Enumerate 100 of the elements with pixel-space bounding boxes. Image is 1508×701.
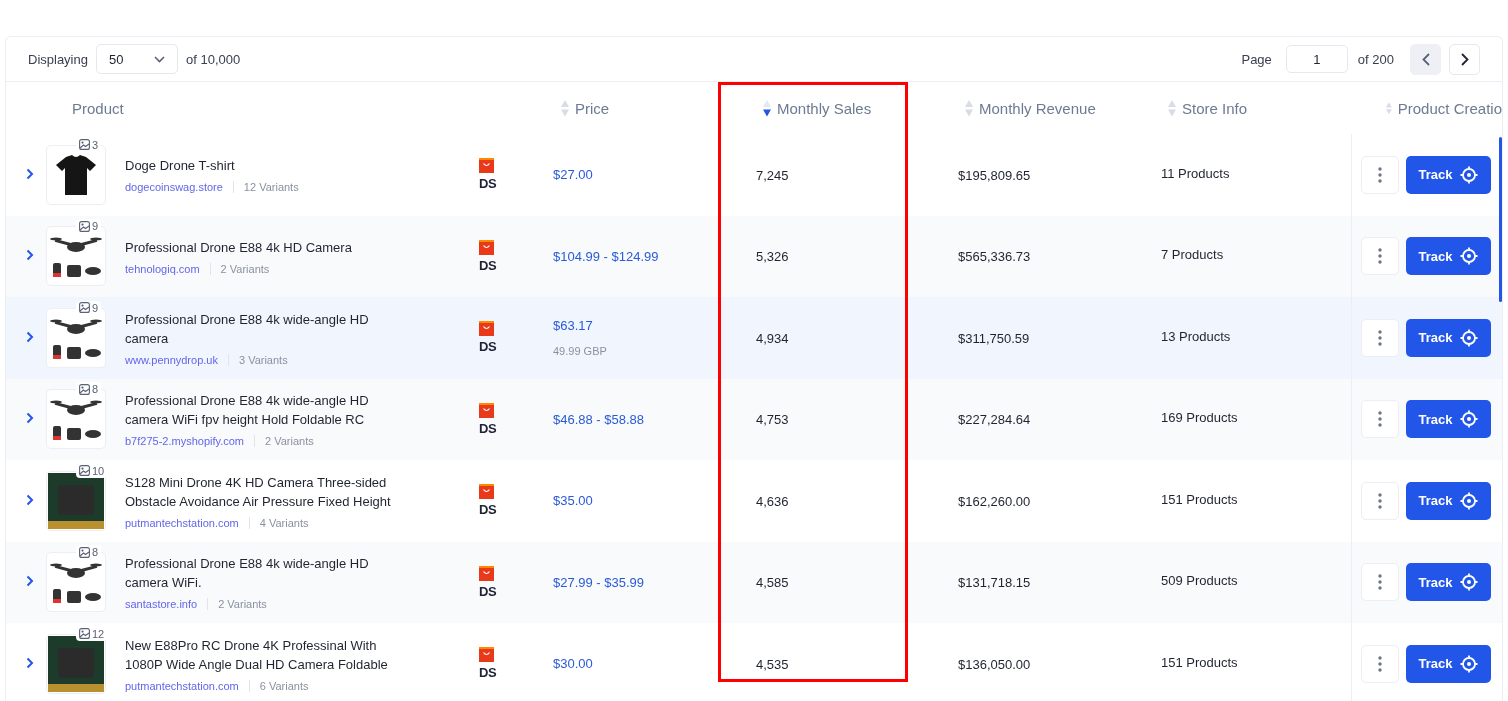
monthly-sales: 5,326 <box>756 249 789 265</box>
image-icon <box>79 383 90 395</box>
store-link[interactable]: dogecoinswag.store <box>125 181 223 194</box>
variants-count: 4 Variants <box>259 516 309 529</box>
expand-chevron-icon[interactable] <box>26 330 34 343</box>
more-options-button[interactable] <box>1361 155 1399 194</box>
platform-label: DS <box>479 339 497 355</box>
price-note: 49.99 GBP <box>553 345 608 358</box>
monthly-revenue: $162,260.00 <box>958 493 1031 509</box>
column-header[interactable]: Monthly Revenue <box>979 99 1096 117</box>
more-options-button[interactable] <box>1361 481 1399 520</box>
store-info: 169 Products <box>1161 410 1238 426</box>
store-info: 509 Products <box>1161 573 1238 589</box>
monthly-revenue: $131,718.15 <box>958 575 1031 591</box>
column-header[interactable]: Product <box>72 99 124 117</box>
track-button[interactable]: Track <box>1406 155 1491 194</box>
variants-count: 3 Variants <box>238 353 288 366</box>
crosshair-icon <box>1460 165 1479 184</box>
image-count-badge: 8 <box>76 382 102 397</box>
expand-chevron-icon[interactable] <box>26 167 34 180</box>
store-info: 151 Products <box>1161 491 1238 507</box>
expand-chevron-icon[interactable] <box>26 249 34 262</box>
next-page-button[interactable] <box>1449 43 1480 75</box>
scrollbar-thumb[interactable] <box>1499 137 1502 302</box>
crosshair-icon <box>1460 328 1479 347</box>
product-title[interactable]: Doge Drone T-shirt <box>125 156 415 176</box>
expand-chevron-icon[interactable] <box>26 575 34 588</box>
more-options-button[interactable] <box>1361 644 1399 683</box>
expand-chevron-icon[interactable] <box>26 493 34 506</box>
product-title[interactable]: S128 Mini Drone 4K HD Camera Three-sided Obstacle Avoidance Air Pressure Fixed Height <box>125 472 415 511</box>
store-link[interactable]: putmantechstation.com <box>125 516 239 529</box>
store-link[interactable]: b7f275-2.myshopify.com <box>125 435 245 448</box>
more-vertical-icon <box>1378 248 1382 265</box>
product-title[interactable]: Professional Drone E88 4k wide-angle HD camera WiFi. <box>125 554 415 593</box>
platform-label: DS <box>479 502 497 518</box>
image-count-badge: 10 <box>76 463 108 478</box>
crosshair-icon <box>1460 573 1479 592</box>
store-link[interactable]: putmantechstation.com <box>125 679 239 692</box>
image-count-badge: 9 <box>76 219 102 234</box>
more-vertical-icon <box>1378 655 1382 672</box>
track-button[interactable]: Track <box>1406 563 1491 602</box>
more-options-button[interactable] <box>1361 237 1399 276</box>
store-info: 11 Products <box>1161 165 1230 181</box>
store-info: 7 Products <box>1161 247 1224 263</box>
shopping-bag-icon <box>479 565 494 581</box>
price: $63.17 <box>553 318 594 334</box>
page-size-select[interactable]: 50 <box>96 44 178 74</box>
store-link[interactable]: www.pennydrop.uk <box>125 353 218 366</box>
shopping-bag-icon <box>479 647 494 663</box>
product-row[interactable]: 9 Professional Drone E88 4k HD Camera tehnologiq.com 2 Variants DS $104.99 - $124.99 5,326 $565,336.73 7 Products Track <box>6 215 1502 297</box>
shopping-bag-icon <box>479 239 494 255</box>
image-icon <box>79 546 90 558</box>
product-title[interactable]: Professional Drone E88 4k wide-angle HD camera WiFi fpv height Hold Foldable RC <box>125 391 415 430</box>
price: $46.88 - $58.88 <box>553 411 646 427</box>
expand-chevron-icon[interactable] <box>26 656 34 669</box>
chevron-left-icon <box>1421 52 1430 66</box>
product-row[interactable]: 8 Professional Drone E88 4k wide-angle HD camera WiFi. santastore.info 2 Variants DS $27.99 - $35.99 4,585 $131,718.15 509 Products Track <box>6 541 1502 623</box>
store-link[interactable]: santastore.info <box>125 598 198 611</box>
variants-count: 6 Variants <box>259 679 309 692</box>
product-title[interactable]: New E88Pro RC Drone 4K Professinal With 1080P Wide Angle Dual HD Camera Foldable <box>125 635 415 674</box>
product-row[interactable]: 9 Professional Drone E88 4k wide-angle HD camera www.pennydrop.uk 3 Variants DS $63.17 49.99 GBP 4,934 $311,750.59 13 Products Track <box>6 297 1502 379</box>
variants-count: 2 Variants <box>218 598 267 611</box>
shopping-bag-icon <box>479 158 494 174</box>
more-vertical-icon <box>1378 411 1382 428</box>
store-link[interactable]: tehnologiq.com <box>125 262 200 275</box>
monthly-sales: 4,585 <box>756 575 789 591</box>
column-header[interactable]: Monthly Sales <box>777 99 872 117</box>
track-button[interactable]: Track <box>1406 481 1491 520</box>
track-button[interactable]: Track <box>1406 400 1491 439</box>
monthly-sales: 4,934 <box>756 330 789 346</box>
platform-label: DS <box>479 665 497 681</box>
page-label: Page <box>1241 51 1272 67</box>
crosshair-icon <box>1460 654 1479 673</box>
monthly-sales: 4,636 <box>756 493 789 509</box>
column-header[interactable]: Product Creatio <box>1397 99 1502 117</box>
column-header[interactable]: Price <box>575 99 610 117</box>
variants-count: 12 Variants <box>243 181 299 194</box>
more-vertical-icon <box>1378 166 1382 183</box>
track-button[interactable]: Track <box>1406 237 1491 276</box>
product-title[interactable]: Professional Drone E88 4k HD Camera <box>125 237 415 257</box>
product-title[interactable]: Professional Drone E88 4k wide-angle HD camera <box>125 309 415 348</box>
more-options-button[interactable] <box>1361 563 1399 602</box>
more-options-button[interactable] <box>1361 400 1399 439</box>
image-count-badge: 9 <box>76 300 102 315</box>
expand-chevron-icon[interactable] <box>26 412 34 425</box>
sort-icon[interactable] <box>763 99 771 117</box>
track-button[interactable]: Track <box>1406 644 1491 683</box>
crosshair-icon <box>1460 491 1479 510</box>
monthly-revenue: $311,750.59 <box>958 330 1030 346</box>
monthly-sales: 7,245 <box>756 167 789 183</box>
column-header[interactable]: Store Info <box>1182 99 1248 117</box>
page-input[interactable]: 1 <box>1285 45 1348 73</box>
image-icon <box>79 220 90 232</box>
total-count: of 10,000 <box>186 51 241 67</box>
more-options-button[interactable] <box>1361 318 1399 357</box>
track-button[interactable]: Track <box>1406 318 1491 357</box>
product-row[interactable]: 8 Professional Drone E88 4k wide-angle HD camera WiFi fpv height Hold Foldable RC b7f275-2.myshopify.com 2 Variants DS $46.88 - $58.88 4,753 $227,284.64 169 Products Track <box>6 378 1502 460</box>
chevron-down-icon <box>154 55 165 63</box>
monthly-sales: 4,535 <box>756 656 789 672</box>
more-vertical-icon <box>1378 329 1382 346</box>
